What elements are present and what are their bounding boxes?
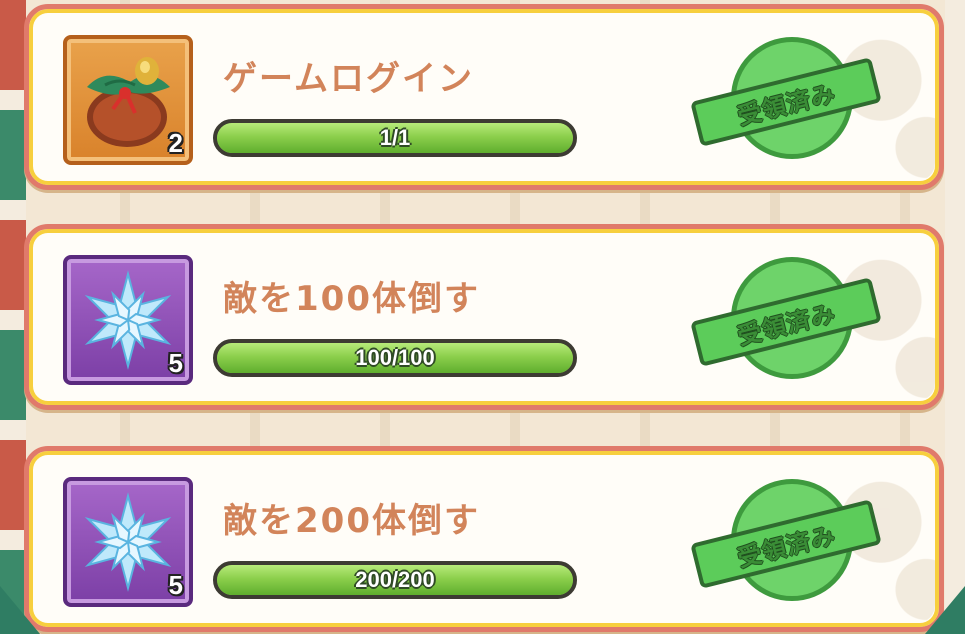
progress-text: 1/1: [379, 125, 411, 150]
reward-item-frame[interactable]: 5: [63, 477, 193, 607]
reward-quantity: 5: [168, 348, 183, 378]
mission-card-inner: 5 敵を100体倒す 100/100 受領済み: [33, 233, 935, 401]
progress-bar: 1/1: [213, 119, 577, 157]
mission-title: ゲームログイン: [223, 59, 474, 99]
mission-card: 5 敵を200体倒す 200/200 受領済み: [24, 446, 944, 632]
progress-text: 100/100: [355, 345, 435, 370]
right-border-decoration: [945, 0, 965, 634]
progress-bar: 100/100: [213, 339, 577, 377]
mission-card-inner: 5 敵を200体倒す 200/200 受領済み: [33, 455, 935, 623]
mission-card-inner: 2 ゲームログイン 1/1 受領済み: [33, 13, 935, 181]
snowflake-crystal-icon: [84, 492, 172, 592]
snowflake-crystal-icon: [84, 270, 172, 370]
mission-card: 2 ゲームログイン 1/1 受領済み: [24, 4, 944, 190]
claimed-stamp: 受領済み: [690, 255, 883, 395]
progress-bar: 200/200: [213, 561, 577, 599]
mission-card: 5 敵を100体倒す 100/100 受領済み: [24, 224, 944, 410]
claimed-stamp: 受領済み: [690, 35, 883, 175]
left-border-decoration: [0, 0, 26, 634]
progress-text: 200/200: [355, 567, 435, 592]
mission-title: 敵を200体倒す: [223, 501, 480, 541]
reward-item-frame[interactable]: 2: [63, 35, 193, 165]
reward-item-frame[interactable]: 5: [63, 255, 193, 385]
christmas-bag-icon: [87, 57, 170, 147]
mission-title: 敵を100体倒す: [223, 279, 480, 319]
reward-quantity: 2: [168, 128, 183, 158]
claimed-stamp: 受領済み: [690, 477, 883, 617]
reward-quantity: 5: [168, 570, 183, 600]
